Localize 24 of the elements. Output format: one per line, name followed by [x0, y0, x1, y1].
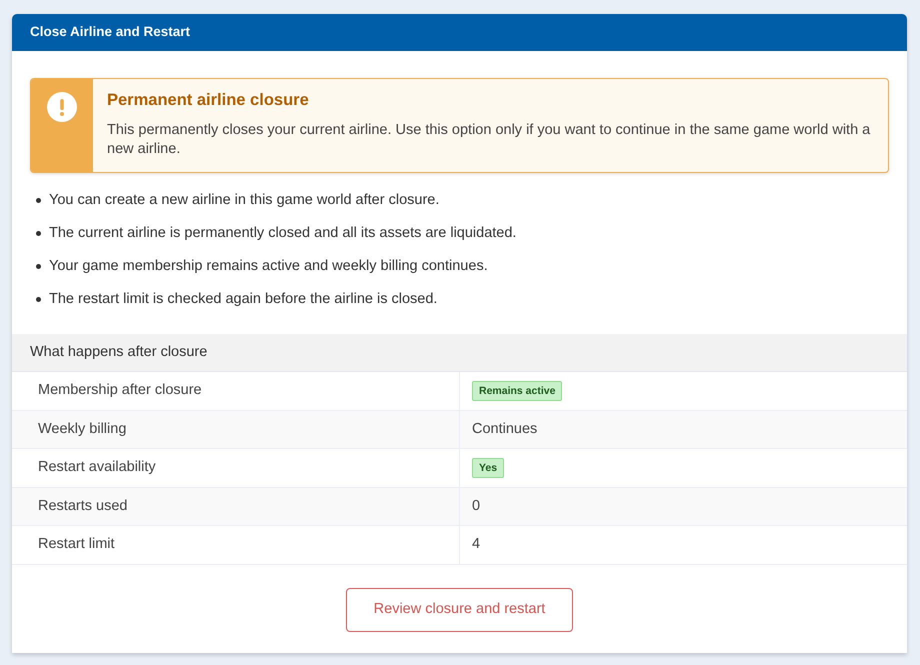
row-value: 4 [472, 535, 480, 554]
bullet-icon [36, 264, 41, 269]
row-value: 0 [472, 496, 480, 516]
bullet-text: The current airline is permanently closed and all its assets are liquidated. [49, 224, 516, 243]
alert-title: Permanent airline closure [107, 90, 310, 110]
row-label: Restart limit [38, 535, 115, 554]
row-label: Restart availability [38, 458, 156, 478]
row-value: Continues [472, 420, 538, 439]
bullet-icon [36, 297, 41, 302]
window-title: Close Airline and Restart [30, 23, 190, 42]
exclamation-icon [47, 92, 77, 122]
bullet-text: You can create a new airline in this game world after closure. [49, 191, 440, 210]
status-badge: Remains active [472, 380, 562, 401]
status-badge: Yes [472, 458, 504, 478]
alert-text: This permanently closes your current airline. Use this option only if you want to continue in the same game world with a new airline. [107, 121, 872, 159]
bullet-icon [36, 198, 41, 203]
row-label: Weekly billing [38, 420, 126, 439]
row-label: Restarts used [38, 496, 128, 516]
bullet-text: Your game membership remains active and weekly billing continues. [49, 257, 488, 276]
row-label: Membership after closure [38, 380, 202, 400]
bullet-text: The restart limit is checked again before the airline is closed. [49, 290, 438, 309]
review-closure-button[interactable]: Review closure and restart [346, 588, 573, 632]
bullet-icon [36, 231, 41, 236]
section-title: What happens after closure [30, 342, 208, 362]
